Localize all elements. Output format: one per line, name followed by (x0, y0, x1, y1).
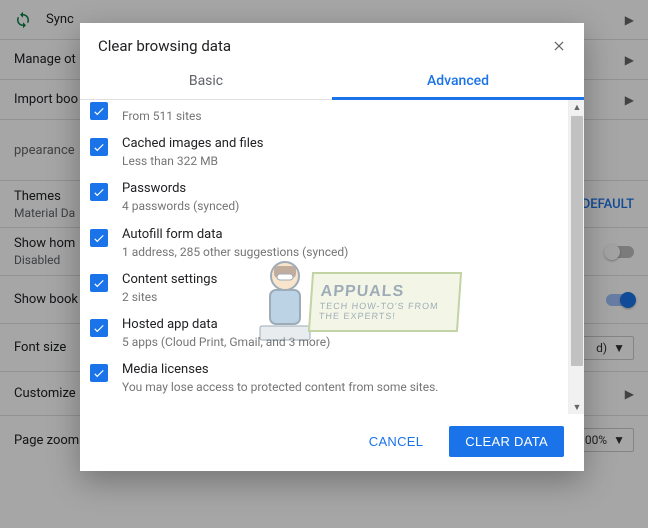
item-title: Media licenses (122, 362, 438, 377)
checkbox-hosted-app[interactable] (90, 319, 108, 337)
list-item: Passwords 4 passwords (synced) (80, 175, 568, 220)
item-sub: 1 address, 285 other suggestions (synced… (122, 244, 348, 260)
list-item: Content settings 2 sites (80, 266, 568, 311)
check-icon (92, 231, 106, 245)
item-sub: 2 sites (122, 289, 217, 305)
item-sub: You may lose access to protected content… (122, 379, 438, 395)
list-item: Autofill form data 1 address, 285 other … (80, 221, 568, 266)
checkbox-passwords[interactable] (90, 183, 108, 201)
clear-browsing-data-dialog: Clear browsing data Basic Advanced From … (80, 23, 584, 471)
tab-basic[interactable]: Basic (80, 63, 332, 99)
checkbox-content-settings[interactable] (90, 274, 108, 292)
dialog-title: Clear browsing data (98, 37, 231, 55)
item-title: Hosted app data (122, 317, 330, 332)
list-item: Cached images and files Less than 322 MB (80, 130, 568, 175)
item-title: Passwords (122, 181, 239, 196)
checkbox-cached[interactable] (90, 138, 108, 156)
list-item: Hosted app data 5 apps (Cloud Print, Gma… (80, 311, 568, 356)
cancel-button[interactable]: CANCEL (353, 426, 440, 457)
clear-data-list: From 511 sites Cached images and files L… (80, 100, 568, 414)
check-icon (92, 366, 106, 380)
list-item: From 511 sites (80, 106, 568, 130)
check-icon (92, 185, 106, 199)
item-sub: From 511 sites (122, 108, 202, 124)
checkbox-media-licenses[interactable] (90, 364, 108, 382)
checkbox-autofill[interactable] (90, 229, 108, 247)
item-sub: 4 passwords (synced) (122, 198, 239, 214)
scroll-up-icon[interactable]: ▲ (569, 100, 584, 114)
dialog-tabs: Basic Advanced (80, 63, 584, 100)
clear-data-button[interactable]: CLEAR DATA (449, 426, 564, 457)
close-icon[interactable] (552, 39, 566, 53)
check-icon (92, 104, 106, 118)
check-icon (92, 321, 106, 335)
item-title: Content settings (122, 272, 217, 287)
check-icon (92, 276, 106, 290)
scrollbar[interactable]: ▲ ▼ (568, 100, 584, 414)
item-sub: Less than 322 MB (122, 153, 263, 169)
tab-advanced[interactable]: Advanced (332, 63, 584, 99)
list-item: Media licenses You may lose access to pr… (80, 356, 568, 401)
item-title: Autofill form data (122, 227, 348, 242)
item-title: Cached images and files (122, 136, 263, 151)
checkbox-cookies[interactable] (90, 102, 108, 120)
item-sub: 5 apps (Cloud Print, Gmail, and 3 more) (122, 334, 330, 350)
scroll-thumb[interactable] (571, 116, 583, 366)
scroll-down-icon[interactable]: ▼ (569, 400, 584, 414)
check-icon (92, 140, 106, 154)
